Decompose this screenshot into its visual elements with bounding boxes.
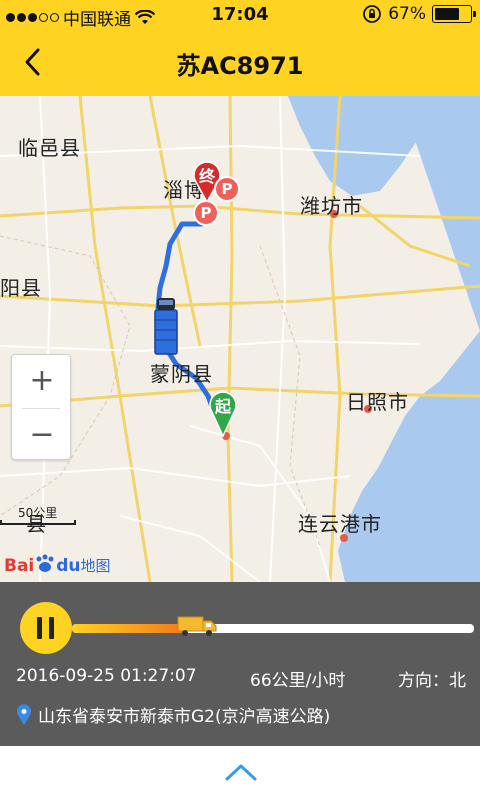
chevron-up-icon[interactable]	[224, 762, 258, 782]
playback-datetime: 2016-09-25 01:27:07	[16, 666, 197, 686]
status-bar: 中国联通 17:04 67%	[0, 0, 480, 30]
zoom-control: + −	[11, 354, 71, 460]
map-view[interactable]: 临邑县 淄博 潍坊市 阳县 蒙阴县 日照市 连云港市 县 终 P P 起 + −	[0, 96, 480, 582]
playback-speed: 66公里/小时	[250, 671, 346, 691]
map-background	[0, 96, 480, 582]
parking-label: P	[200, 204, 212, 222]
location-pin-icon	[17, 703, 31, 725]
progress-fill	[72, 624, 185, 633]
bottom-drawer[interactable]	[0, 746, 480, 800]
logo-bai: Bai	[4, 556, 35, 576]
parking-marker[interactable]: P	[214, 176, 240, 202]
rotation-lock-icon	[363, 5, 382, 23]
pause-icon	[37, 617, 42, 639]
map-label-linyi: 临邑县	[18, 136, 81, 160]
status-right: 67%	[362, 4, 476, 24]
truck-marker-icon	[154, 298, 178, 355]
battery-icon	[432, 5, 476, 23]
nav-bar: 苏AC8971	[0, 30, 480, 96]
pause-button[interactable]	[20, 602, 72, 654]
zoom-out-button[interactable]: −	[12, 409, 72, 461]
start-marker[interactable]: 起	[208, 388, 238, 438]
map-label-lianyungang: 连云港市	[298, 512, 382, 536]
parking-label: P	[221, 180, 233, 198]
start-marker-label: 起	[214, 397, 231, 416]
progress-track[interactable]	[72, 624, 474, 633]
logo-map: 地图	[80, 557, 111, 575]
parking-marker[interactable]: P	[193, 200, 219, 226]
address-row: 山东省泰安市新泰市G2(京沪高速公路)	[16, 702, 330, 727]
playback-direction: 方向：北	[398, 671, 466, 691]
map-label-yang: 阳县	[0, 276, 42, 300]
scale-label: 50公里	[18, 506, 58, 520]
address-text: 山东省泰安市新泰市G2(京沪高速公路)	[38, 707, 331, 727]
scale-bar	[0, 520, 76, 525]
map-label-weifang: 潍坊市	[300, 194, 363, 218]
paw-icon	[36, 554, 54, 572]
logo-du: du	[56, 556, 81, 576]
playback-panel: 2016-09-25 01:27:07 66公里/小时 方向：北 山东省泰安市新…	[0, 582, 480, 746]
map-label-rizhao: 日照市	[346, 390, 409, 414]
header: 中国联通 17:04 67% 苏AC8971	[0, 0, 480, 96]
zoom-in-button[interactable]: +	[12, 355, 72, 407]
baidu-map-logo: Bai du地图	[4, 554, 111, 576]
page-title: 苏AC8971	[176, 52, 304, 80]
truck-icon[interactable]	[177, 614, 217, 638]
map-label-mengyin: 蒙阴县	[150, 362, 213, 386]
battery-percent: 67%	[388, 4, 426, 24]
